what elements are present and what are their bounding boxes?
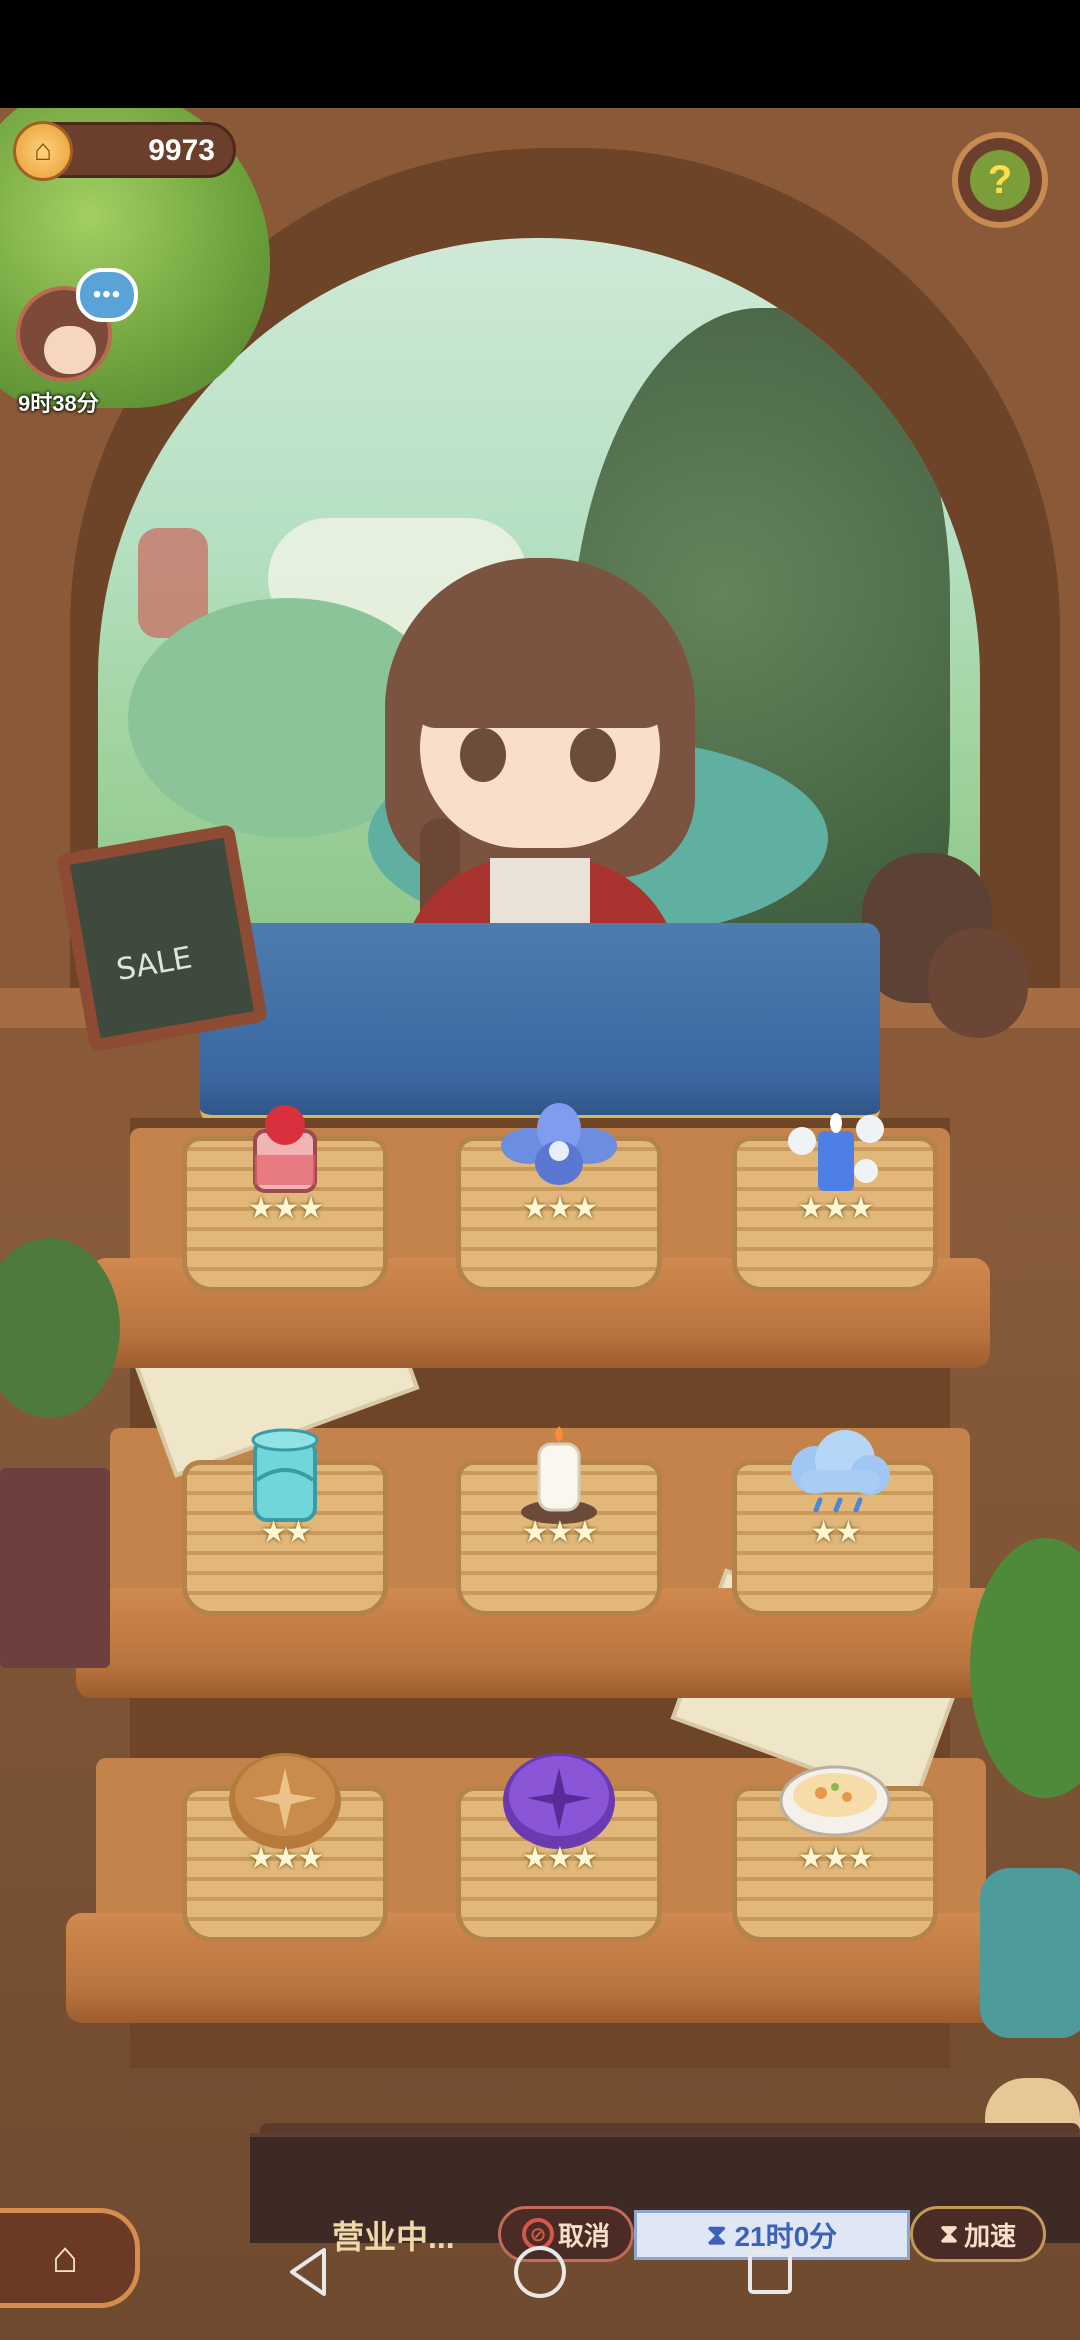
girl-bangs bbox=[410, 618, 670, 728]
fabric-roll bbox=[980, 1868, 1080, 2038]
basket-slot-8[interactable]: ★★★ bbox=[456, 1753, 662, 1942]
android-nav-bar bbox=[0, 2220, 1080, 2340]
teal-jar-icon bbox=[225, 1420, 345, 1530]
home-nav-button[interactable] bbox=[510, 2242, 570, 2302]
basket-slot-6[interactable]: ★★ bbox=[732, 1430, 938, 1616]
rain-cloud-icon bbox=[775, 1420, 895, 1530]
potted-plant bbox=[970, 1538, 1080, 1798]
red-jam-jar-icon bbox=[225, 1096, 345, 1206]
basket-slot-7[interactable]: ★★★ bbox=[182, 1753, 388, 1942]
customer-face bbox=[44, 326, 96, 374]
basket-slot-5[interactable]: ★★★ bbox=[456, 1426, 662, 1616]
basket-slot-9[interactable]: ★★★ bbox=[732, 1756, 938, 1942]
blue-candle-icon bbox=[775, 1096, 895, 1206]
blue-flower-icon bbox=[499, 1096, 619, 1206]
clay-pot bbox=[928, 928, 1028, 1038]
girl-eye bbox=[460, 728, 506, 782]
star-rating: ★★★ bbox=[521, 1516, 599, 1549]
basket-slot-2[interactable]: ★★★ bbox=[456, 1103, 662, 1292]
sale-sign-text: SALE bbox=[113, 940, 195, 989]
basket-slot-3[interactable]: ★★★ bbox=[732, 1106, 938, 1292]
basket-slot-4[interactable]: ★★ bbox=[182, 1428, 388, 1616]
soup-bowl-icon bbox=[775, 1746, 895, 1856]
star-rating: ★★★ bbox=[521, 1192, 599, 1225]
sale-sign: SALE bbox=[56, 823, 268, 1053]
coin-value: 9973 bbox=[148, 134, 215, 167]
help-button[interactable]: ? bbox=[952, 132, 1048, 228]
chat-bubble-icon[interactable]: ••• bbox=[76, 268, 138, 322]
shop-scene: SALE ★★★ ★★★ ★★★ ★★ ★★★ ★★ ★★★ ★★★ ★★★ ⌂… bbox=[0, 108, 1080, 2340]
status-bar bbox=[0, 0, 1080, 108]
coin-icon: ⌂ bbox=[13, 121, 73, 181]
customer-timer: 9时38分 bbox=[18, 391, 99, 416]
star-rating: ★★★ bbox=[797, 1192, 875, 1225]
star-rating: ★★★ bbox=[521, 1842, 599, 1875]
purple-bread-icon bbox=[499, 1746, 619, 1856]
counter-cloth bbox=[200, 923, 880, 1123]
star-rating: ★★ bbox=[810, 1516, 862, 1549]
star-rating: ★★ bbox=[260, 1516, 312, 1549]
home-circle-icon bbox=[514, 2246, 566, 2298]
coin-counter[interactable]: ⌂ 9973 bbox=[13, 121, 236, 181]
bread-loaf-icon bbox=[225, 1746, 345, 1856]
basket-slot-1[interactable]: ★★★ bbox=[182, 1105, 388, 1292]
star-rating: ★★★ bbox=[247, 1842, 325, 1875]
books-decoration bbox=[0, 1468, 110, 1668]
girl-eye bbox=[570, 728, 616, 782]
help-sprout-icon: ? bbox=[970, 150, 1030, 210]
back-icon bbox=[290, 2248, 326, 2296]
back-button[interactable] bbox=[280, 2242, 340, 2302]
recents-square-icon bbox=[748, 2250, 792, 2294]
star-rating: ★★★ bbox=[797, 1842, 875, 1875]
star-rating: ★★★ bbox=[247, 1192, 325, 1225]
recents-button[interactable] bbox=[740, 2242, 800, 2302]
white-candle-icon bbox=[499, 1420, 619, 1530]
